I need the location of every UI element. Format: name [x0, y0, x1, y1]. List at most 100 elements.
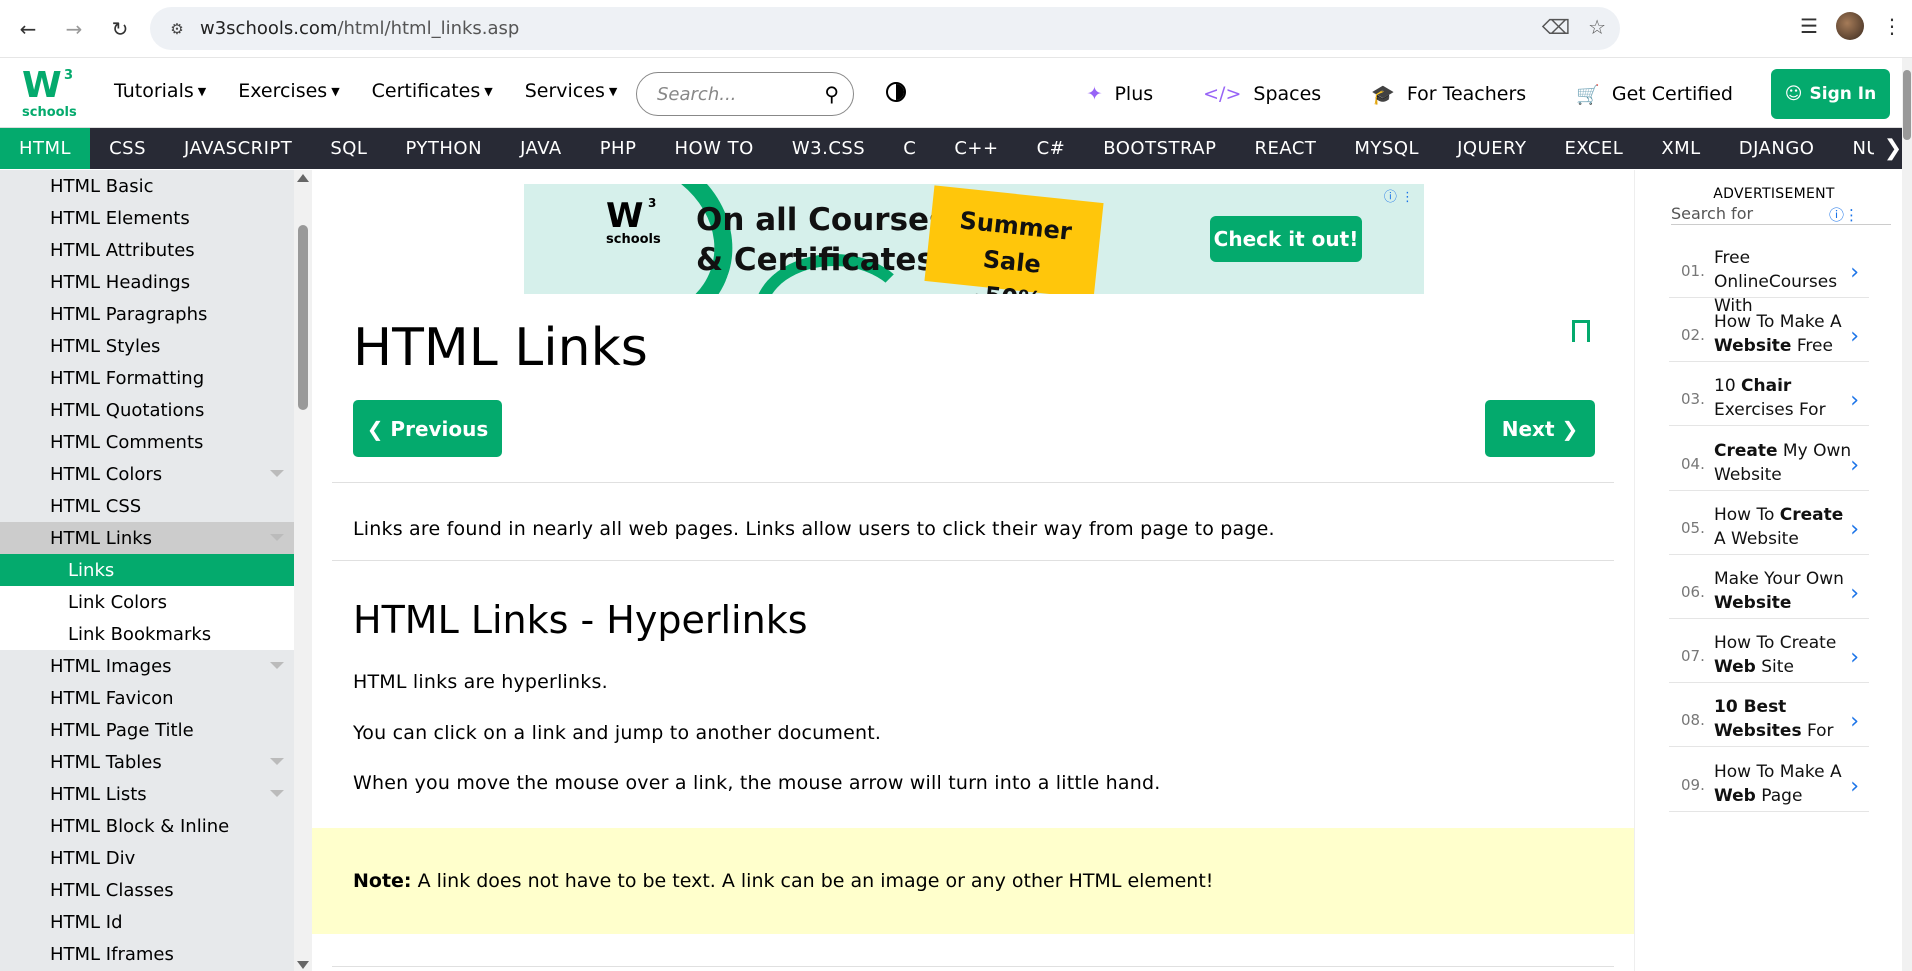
chevron-down-icon[interactable] — [270, 470, 284, 477]
topic-w3css[interactable]: W3.CSS — [773, 128, 884, 169]
forward-icon[interactable]: → — [58, 13, 90, 45]
spaces-link[interactable]: </> Spaces — [1203, 83, 1321, 105]
chevron-right-icon[interactable]: › — [1850, 453, 1859, 478]
ad-list-item[interactable]: 02. How To Make A Website Free › — [1669, 298, 1869, 363]
menu-tutorials[interactable]: Tutorials ▼ — [114, 80, 206, 102]
topic-css[interactable]: CSS — [90, 128, 165, 169]
menu-services[interactable]: Services ▼ — [525, 80, 618, 102]
sidebar-item[interactable]: HTML CSS — [0, 490, 294, 522]
scroll-up-icon[interactable] — [297, 174, 309, 182]
chevron-down-icon[interactable] — [270, 790, 284, 797]
ad-list-item[interactable]: 01. Free OnlineCourses With › — [1669, 234, 1869, 316]
sidebar-item[interactable]: HTML Lists — [0, 778, 294, 810]
sidebar-item[interactable]: HTML Block & Inline — [0, 810, 294, 842]
sidebar-item[interactable]: HTML Formatting — [0, 362, 294, 394]
page-scrollbar[interactable] — [1902, 58, 1912, 971]
sidebar-item[interactable]: HTML Headings — [0, 266, 294, 298]
chevron-right-icon[interactable]: › — [1850, 517, 1859, 542]
topic-jquery[interactable]: JQUERY — [1438, 128, 1545, 169]
topic-sql[interactable]: SQL — [311, 128, 386, 169]
sidebar-item[interactable]: HTML Iframes — [0, 938, 294, 970]
media-icon[interactable]: ☰ — [1800, 14, 1818, 38]
chevron-down-icon[interactable] — [270, 534, 284, 541]
topic-csharp[interactable]: C# — [1018, 128, 1085, 169]
sidebar-item[interactable]: HTML Attributes — [0, 234, 294, 266]
scrollbar-thumb[interactable] — [1903, 70, 1911, 140]
topic-bootstrap[interactable]: BOOTSTRAP — [1084, 128, 1235, 169]
star-icon[interactable]: ☆ — [1588, 15, 1606, 39]
sidebar-item[interactable]: HTML Comments — [0, 426, 294, 458]
ad-info-icon[interactable]: ⓘ ⋮ — [1384, 186, 1414, 205]
more-icon[interactable]: ⋮ — [1882, 14, 1902, 38]
sidebar-item[interactable]: HTML Paragraphs — [0, 298, 294, 330]
scrollbar-thumb[interactable] — [298, 225, 308, 410]
chevron-right-icon[interactable]: › — [1850, 324, 1859, 349]
plus-link[interactable]: ✦ Plus — [1087, 83, 1154, 105]
sidebar-item[interactable]: HTML Colors — [0, 458, 294, 490]
chevron-right-icon[interactable]: › — [1850, 645, 1859, 670]
scroll-down-icon[interactable] — [297, 961, 309, 969]
sidebar-item[interactable]: HTML Quotations — [0, 394, 294, 426]
chevron-right-icon[interactable]: › — [1850, 260, 1859, 285]
translate-icon[interactable]: ⌫ — [1542, 15, 1570, 39]
ad-list-item[interactable]: 08. 10 Best Websites For › — [1669, 683, 1869, 748]
for-teachers-link[interactable]: 🎓 For Teachers — [1371, 83, 1526, 106]
sidebar-item[interactable]: HTML Page Title — [0, 714, 294, 746]
address-bar[interactable]: ⚙ w3schools.com/html/html_links.asp ⌫ ☆ — [150, 7, 1620, 50]
topic-python[interactable]: PYTHON — [386, 128, 501, 169]
avatar[interactable] — [1836, 12, 1864, 40]
topic-howto[interactable]: HOW TO — [655, 128, 772, 169]
sidebar-item[interactable]: HTML Tables — [0, 746, 294, 778]
site-info-icon[interactable]: ⚙ — [164, 16, 190, 42]
topic-php[interactable]: PHP — [581, 128, 656, 169]
topic-excel[interactable]: EXCEL — [1545, 128, 1642, 169]
url-text[interactable]: w3schools.com/html/html_links.asp — [200, 18, 519, 39]
sidebar-item[interactable]: HTML Links — [0, 522, 294, 554]
chevron-right-icon[interactable]: › — [1850, 709, 1859, 734]
topic-javascript[interactable]: JAVASCRIPT — [165, 128, 311, 169]
ad-list-item[interactable]: 03. 10 Chair Exercises For › — [1669, 362, 1869, 427]
sidebar-item[interactable]: HTML Elements — [0, 202, 294, 234]
topic-react[interactable]: REACT — [1235, 128, 1335, 169]
chevron-right-icon[interactable]: › — [1850, 388, 1859, 413]
ad-list-item[interactable]: 09. How To Make A Web Page › — [1669, 748, 1869, 812]
ad-list-item[interactable]: 04. Create My Own Website › — [1669, 427, 1869, 491]
sidebar-item[interactable]: HTML Basic — [0, 170, 294, 202]
sidebar-item[interactable]: HTML Classes — [0, 874, 294, 906]
sidebar-scrollbar[interactable] — [294, 170, 312, 971]
menu-certificates[interactable]: Certificates ▼ — [372, 80, 493, 102]
sidebar-item[interactable]: Links — [0, 554, 294, 586]
chevron-down-icon[interactable] — [270, 662, 284, 669]
ad-list-item[interactable]: 06. Make Your Own Website › — [1669, 555, 1869, 619]
search-input[interactable]: Search... ⚲ — [636, 72, 854, 116]
sidebar-item[interactable]: Link Colors — [0, 586, 294, 618]
ad-info-icon[interactable]: ⓘ⋮ — [1829, 204, 1859, 225]
sidebar-item[interactable]: Link Bookmarks — [0, 618, 294, 650]
topic-xml[interactable]: XML — [1642, 128, 1719, 169]
chevron-down-icon[interactable] — [270, 758, 284, 765]
topic-html[interactable]: HTML — [0, 128, 91, 169]
sidebar-item[interactable]: HTML Images — [0, 650, 294, 682]
sign-in-button[interactable]: ☺ Sign In — [1771, 69, 1890, 119]
back-icon[interactable]: ← — [12, 13, 44, 45]
w3schools-logo[interactable]: W 3 schools — [22, 68, 77, 120]
previous-button[interactable]: ❮ Previous — [353, 400, 502, 457]
sidebar-item[interactable]: HTML Styles — [0, 330, 294, 362]
menu-exercises[interactable]: Exercises ▼ — [238, 80, 339, 102]
next-button[interactable]: Next ❯ — [1485, 400, 1595, 457]
topic-cpp[interactable]: C++ — [935, 128, 1017, 169]
topic-java[interactable]: JAVA — [501, 128, 581, 169]
ad-cta-button[interactable]: Check it out! — [1210, 216, 1362, 262]
chevron-right-icon[interactable]: › — [1850, 581, 1859, 606]
ad-list-item[interactable]: 05. How To Create A Website › — [1669, 491, 1869, 555]
sidebar-item[interactable]: HTML Div — [0, 842, 294, 874]
sidebar-item[interactable]: HTML Favicon — [0, 682, 294, 714]
banner-ad[interactable]: W 3 schools On all Courses & Certificates … — [524, 184, 1424, 294]
ad-list-item[interactable]: 07. How To Create Web Site › — [1669, 619, 1869, 684]
bookmark-icon[interactable] — [1572, 320, 1590, 350]
contrast-toggle-icon[interactable] — [886, 82, 906, 102]
get-certified-link[interactable]: 🛒 Get Certified — [1576, 83, 1733, 106]
topic-c[interactable]: C — [884, 128, 935, 169]
topic-django[interactable]: DJANGO — [1720, 128, 1834, 169]
reload-icon[interactable]: ↻ — [104, 13, 136, 45]
